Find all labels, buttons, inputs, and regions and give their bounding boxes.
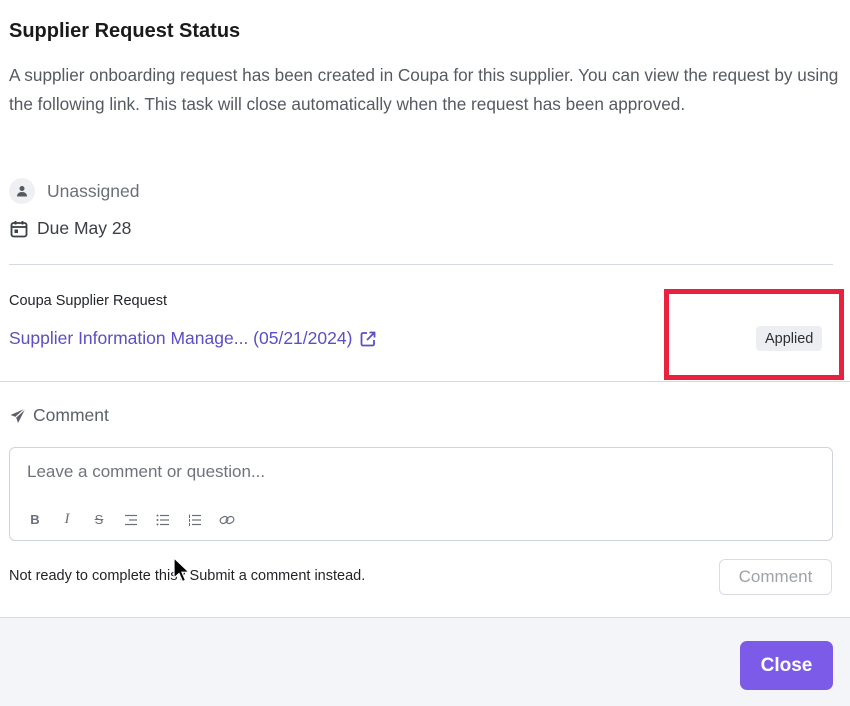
send-icon bbox=[10, 407, 26, 423]
calendar-icon bbox=[9, 219, 29, 239]
divider bbox=[0, 381, 850, 382]
numbered-list-icon[interactable] bbox=[186, 514, 204, 526]
close-button[interactable]: Close bbox=[740, 641, 833, 690]
strikethrough-icon[interactable]: S bbox=[90, 512, 108, 527]
link-icon[interactable] bbox=[218, 514, 236, 526]
bullet-list-icon[interactable] bbox=[154, 514, 172, 526]
assignee-row[interactable]: Unassigned bbox=[9, 178, 139, 204]
comment-heading-label: Comment bbox=[33, 405, 109, 425]
indent-icon[interactable] bbox=[122, 514, 140, 526]
external-link-icon[interactable] bbox=[359, 330, 377, 348]
comment-heading: Comment bbox=[9, 405, 109, 426]
comment-placeholder[interactable]: Leave a comment or question... bbox=[27, 462, 265, 482]
comment-button[interactable]: Comment bbox=[719, 559, 832, 595]
formatting-toolbar: B I S bbox=[26, 511, 236, 528]
dialog-title: Supplier Request Status bbox=[9, 20, 241, 42]
highlight-annotation-box bbox=[664, 289, 844, 380]
due-date-label: Due May 28 bbox=[37, 218, 132, 238]
bold-icon[interactable]: B bbox=[26, 512, 44, 527]
user-icon bbox=[9, 178, 35, 204]
divider bbox=[9, 264, 833, 265]
supplier-request-link[interactable]: Supplier Information Manage... (05/21/20… bbox=[9, 328, 377, 349]
supplier-request-link-text[interactable]: Supplier Information Manage... (05/21/20… bbox=[9, 328, 352, 349]
dialog-description: A supplier onboarding request has been c… bbox=[9, 65, 839, 114]
mouse-cursor-icon bbox=[173, 557, 191, 583]
dialog-footer bbox=[0, 617, 850, 706]
italic-icon[interactable]: I bbox=[58, 511, 76, 528]
due-date-row: Due May 28 bbox=[9, 218, 131, 239]
request-label: Coupa Supplier Request bbox=[9, 293, 167, 309]
assignee-label: Unassigned bbox=[47, 180, 140, 201]
comment-editor[interactable]: Leave a comment or question... B I S bbox=[9, 447, 833, 541]
